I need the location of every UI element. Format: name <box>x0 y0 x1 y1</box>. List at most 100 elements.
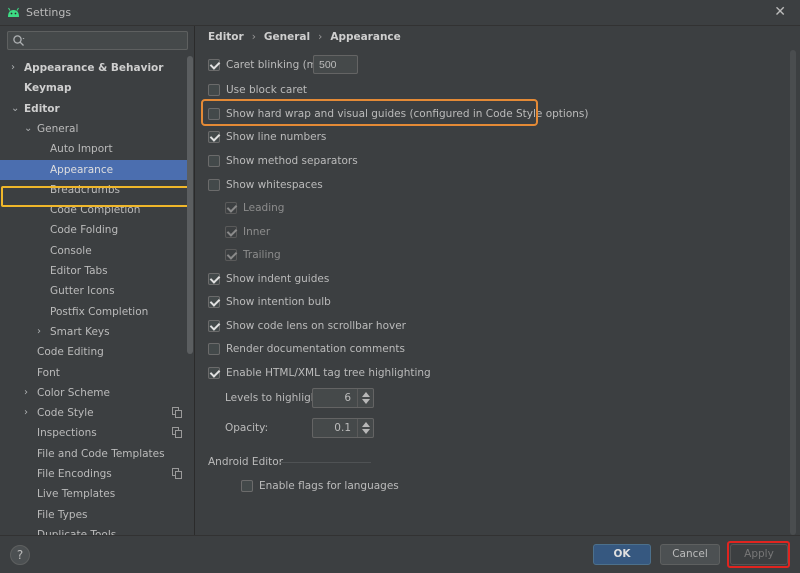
line-numbers-checkbox[interactable] <box>208 131 220 143</box>
sidebar-item-label: Appearance <box>50 164 114 176</box>
sidebar-item-smart-keys[interactable]: › Smart Keys <box>0 322 190 342</box>
hard-wrap-option[interactable]: Show hard wrap and visual guides (config… <box>208 106 588 122</box>
code-lens-option[interactable]: Show code lens on scrollbar hover <box>208 318 406 334</box>
sidebar-item-gutter-icons[interactable]: Gutter Icons <box>0 281 190 301</box>
ok-button[interactable]: OK <box>593 544 651 565</box>
sidebar-item-appearance[interactable]: Appearance <box>0 160 190 180</box>
chevron-down-icon[interactable]: ⌄ <box>11 104 21 114</box>
close-icon[interactable]: ✕ <box>774 4 786 20</box>
section-divider <box>278 462 371 463</box>
sidebar-item-code-editing[interactable]: Code Editing <box>0 342 190 362</box>
method-separators-option[interactable]: Show method separators <box>208 153 358 169</box>
indent-guides-checkbox[interactable] <box>208 273 220 285</box>
sidebar-scrollbar[interactable] <box>187 56 193 354</box>
sidebar-item-label: Code Editing <box>37 346 104 358</box>
html-xml-option[interactable]: Enable HTML/XML tag tree highlighting <box>208 365 431 381</box>
trailing-checkbox <box>225 249 237 261</box>
help-button[interactable]: ? <box>10 545 30 565</box>
sidebar-item-font[interactable]: Font <box>0 363 190 383</box>
intention-bulb-checkbox[interactable] <box>208 296 220 308</box>
sidebar-item-label: Code Completion <box>50 204 141 216</box>
intention-bulb-option[interactable]: Show intention bulb <box>208 294 331 310</box>
chevron-right-icon[interactable]: › <box>37 327 47 337</box>
sidebar-item-color-scheme[interactable]: › Color Scheme <box>0 383 190 403</box>
leading-option: Leading <box>225 200 284 216</box>
sidebar-item-keymap[interactable]: Keymap <box>0 78 190 98</box>
sidebar-item-label: File Types <box>37 509 88 521</box>
whitespaces-label: Show whitespaces <box>226 179 323 191</box>
sidebar-item-label: Font <box>37 367 60 379</box>
sidebar-item-label: File Encodings <box>37 468 112 480</box>
sidebar-item-label: Appearance & Behavior <box>24 62 164 74</box>
sidebar-item-code-style[interactable]: › Code Style <box>0 403 190 423</box>
html-xml-checkbox[interactable] <box>208 367 220 379</box>
sidebar-item-label: Editor <box>24 103 60 115</box>
breadcrumb-appearance: Appearance <box>330 31 401 43</box>
spinner-arrows-icon[interactable] <box>357 389 373 407</box>
breadcrumb-editor: Editor <box>208 31 244 43</box>
window-title: Settings <box>26 6 72 19</box>
apply-button[interactable]: Apply <box>730 544 788 565</box>
sidebar-item-label: Code Folding <box>50 224 119 236</box>
search-field[interactable] <box>7 31 188 50</box>
opacity-spinner[interactable]: 0.1 <box>312 418 374 438</box>
render-docs-label: Render documentation comments <box>226 343 405 355</box>
breadcrumb-separator: › <box>251 31 256 43</box>
caret-blinking-field[interactable] <box>313 55 358 74</box>
whitespaces-option[interactable]: Show whitespaces <box>208 177 323 193</box>
sidebar-item-editor[interactable]: ⌄ Editor <box>0 99 190 119</box>
chevron-right-icon[interactable]: › <box>24 408 34 418</box>
sidebar-item-general[interactable]: ⌄ General <box>0 119 190 139</box>
sidebar-item-appearance-behavior[interactable]: › Appearance & Behavior <box>0 58 190 78</box>
sidebar-item-editor-tabs[interactable]: Editor Tabs <box>0 261 190 281</box>
method-separators-checkbox[interactable] <box>208 155 220 167</box>
caret-blinking-option[interactable]: Caret blinking (ms): <box>208 57 330 73</box>
code-lens-checkbox[interactable] <box>208 320 220 332</box>
method-separators-label: Show method separators <box>226 155 358 167</box>
content-scrollbar[interactable] <box>790 26 796 535</box>
breadcrumb-separator: › <box>318 31 323 43</box>
sidebar-item-label: Auto Import <box>50 143 113 155</box>
block-caret-option[interactable]: Use block caret <box>208 82 307 98</box>
sidebar-item-code-folding[interactable]: Code Folding <box>0 220 190 240</box>
spinner-arrows-icon[interactable] <box>357 419 373 437</box>
opacity-label: Opacity: <box>225 422 269 434</box>
leading-label: Leading <box>243 202 285 214</box>
hard-wrap-checkbox[interactable] <box>208 108 220 120</box>
enable-flags-label: Enable flags for languages <box>259 480 399 492</box>
code-lens-label: Show code lens on scrollbar hover <box>226 320 406 332</box>
sidebar-item-auto-import[interactable]: Auto Import <box>0 139 190 159</box>
chevron-right-icon[interactable]: › <box>11 63 21 73</box>
sidebar-item-file-encodings[interactable]: File Encodings <box>0 464 190 484</box>
caret-blinking-input[interactable] <box>314 56 357 73</box>
levels-spinner[interactable]: 6 <box>312 388 374 408</box>
line-numbers-option[interactable]: Show line numbers <box>208 129 326 145</box>
chevron-right-icon[interactable]: › <box>24 388 34 398</box>
whitespaces-checkbox[interactable] <box>208 179 220 191</box>
sidebar-item-live-templates[interactable]: Live Templates <box>0 484 190 504</box>
sidebar-item-label: Color Scheme <box>37 387 110 399</box>
render-docs-checkbox[interactable] <box>208 343 220 355</box>
caret-blinking-checkbox[interactable] <box>208 59 220 71</box>
sidebar-item-postfix-completion[interactable]: Postfix Completion <box>0 302 190 322</box>
indent-guides-option[interactable]: Show indent guides <box>208 271 329 287</box>
sidebar-item-file-types[interactable]: File Types <box>0 505 190 525</box>
sidebar-item-duplicate-tools[interactable]: Duplicate Tools <box>0 525 190 535</box>
inner-checkbox <box>225 226 237 238</box>
line-numbers-label: Show line numbers <box>226 131 327 143</box>
render-docs-option[interactable]: Render documentation comments <box>208 341 405 357</box>
chevron-down-icon[interactable]: ⌄ <box>24 124 34 134</box>
sidebar-item-label: Console <box>50 245 92 257</box>
block-caret-checkbox[interactable] <box>208 84 220 96</box>
search-input[interactable] <box>30 33 180 48</box>
trailing-label: Trailing <box>243 249 281 261</box>
enable-flags-checkbox[interactable] <box>241 480 253 492</box>
enable-flags-option[interactable]: Enable flags for languages <box>241 478 399 494</box>
sidebar-item-breadcrumbs[interactable]: Breadcrumbs <box>0 180 190 200</box>
sidebar-item-code-completion[interactable]: Code Completion <box>0 200 190 220</box>
sidebar-item-console[interactable]: Console <box>0 241 190 261</box>
sidebar-item-inspections[interactable]: Inspections <box>0 423 190 443</box>
cancel-button[interactable]: Cancel <box>660 544 720 565</box>
sidebar-item-file-and-code-templates[interactable]: File and Code Templates <box>0 444 190 464</box>
sidebar-item-label: General <box>37 123 79 135</box>
